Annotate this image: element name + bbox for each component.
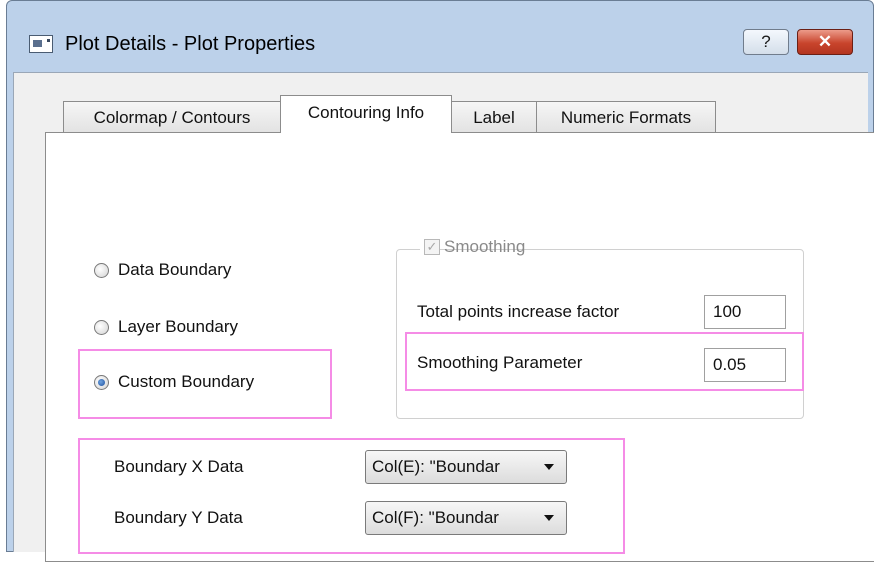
layer-boundary-radio[interactable] — [94, 320, 109, 335]
help-button[interactable]: ? — [743, 29, 789, 55]
smoothing-checkbox-label: Smoothing — [444, 237, 526, 256]
dialog-client-area: Colormap / Contours Contouring Info Labe… — [13, 72, 874, 562]
total-points-label: Total points increase factor — [417, 302, 620, 321]
close-button[interactable]: ✕ — [797, 29, 853, 55]
total-points-input[interactable]: 100 — [704, 295, 786, 329]
boundary-data-highlight — [78, 438, 625, 554]
tab-colormap-contours[interactable]: Colormap / Contours — [63, 101, 281, 133]
smoothing-group-header: ✓ Smoothing — [420, 235, 525, 261]
smoothing-parameter-highlight — [405, 332, 804, 391]
data-boundary-label[interactable]: Data Boundary — [118, 259, 231, 281]
data-boundary-radio[interactable] — [94, 263, 109, 278]
title-bar[interactable]: Plot Details - Plot Properties ? ✕ — [7, 1, 873, 73]
window-app-icon — [29, 35, 53, 53]
layer-boundary-label[interactable]: Layer Boundary — [118, 316, 238, 338]
window-title: Plot Details - Plot Properties — [65, 33, 316, 55]
tab-label[interactable]: Label — [451, 101, 537, 133]
smoothing-checkbox[interactable]: ✓ — [424, 239, 440, 255]
custom-boundary-highlight — [78, 349, 332, 419]
tab-contouring-info[interactable]: Contouring Info — [280, 95, 452, 133]
tab-numeric-formats[interactable]: Numeric Formats — [536, 101, 716, 133]
